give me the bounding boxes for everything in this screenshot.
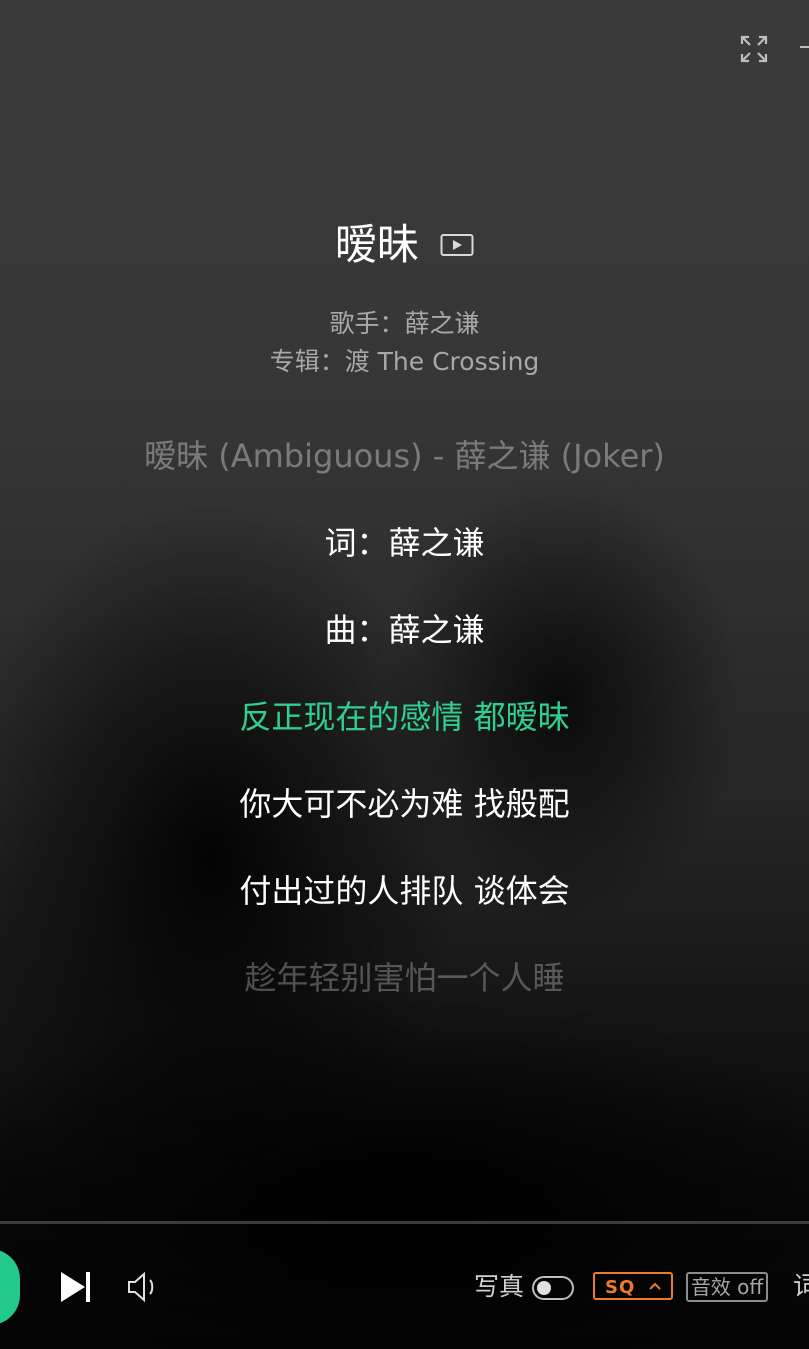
photo-mode-toggle[interactable] (532, 1276, 574, 1300)
progress-bar[interactable] (0, 1221, 809, 1224)
lyric-line[interactable]: 趁年轻别害怕一个人睡 (0, 956, 809, 1000)
chevron-up-icon (649, 1282, 661, 1290)
lyric-line[interactable]: 词：薛之谦 (0, 521, 809, 565)
next-icon[interactable] (58, 1268, 94, 1306)
lyric-line[interactable]: 付出过的人排队 谈体会 (0, 869, 809, 913)
album-art-background (0, 0, 809, 1349)
singer-info[interactable]: 歌手：薛之谦 (0, 306, 809, 342)
photo-mode-label: 写真 (474, 1272, 525, 1301)
lyric-line-active[interactable]: 反正现在的感情 都暧昧 (0, 695, 809, 739)
toggle-knob (537, 1281, 551, 1295)
sound-effect-button[interactable]: 音效 off (686, 1272, 768, 1302)
song-title-row: 暧昧 (0, 212, 809, 275)
sound-quality-button[interactable]: SQ (593, 1272, 673, 1300)
lyric-line[interactable]: 你大可不必为难 找般配 (0, 782, 809, 826)
song-title: 暧昧 (334, 219, 419, 269)
expand-icon[interactable] (739, 34, 769, 64)
volume-icon[interactable] (126, 1270, 162, 1304)
mv-play-icon[interactable] (440, 233, 474, 257)
lyric-line[interactable]: 暧昧 (Ambiguous) - 薛之谦 (Joker) (0, 434, 809, 478)
lyric-line[interactable]: 曲：薛之谦 (0, 608, 809, 652)
minimize-icon[interactable] (800, 46, 809, 48)
sound-quality-label: SQ (605, 1277, 636, 1298)
album-info[interactable]: 专辑：渡 The Crossing (0, 344, 809, 380)
lyric-toggle-button[interactable]: 词 (793, 1270, 809, 1304)
